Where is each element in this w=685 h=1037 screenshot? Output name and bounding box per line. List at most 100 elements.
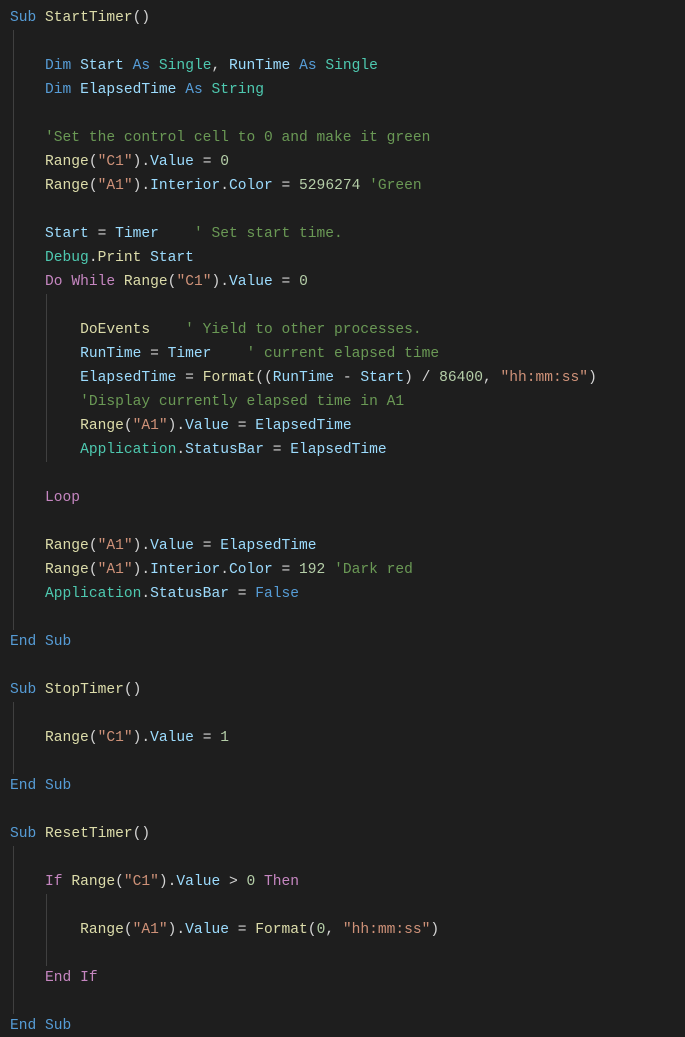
code-line: Sub StartTimer() (10, 10, 150, 26)
token: = (264, 442, 290, 458)
token: ). (159, 874, 177, 890)
token: Sub (45, 634, 71, 650)
token: ' current elapsed time (246, 346, 439, 362)
token: String (211, 82, 264, 98)
token: Color (229, 562, 273, 578)
token: ). (133, 730, 151, 746)
token: Range (45, 154, 89, 170)
token (36, 682, 45, 698)
token: = (141, 346, 167, 362)
code-line: Range("C1").Value = 0 (10, 154, 229, 170)
token: Timer (168, 346, 212, 362)
token: = (229, 922, 255, 938)
token: = (273, 178, 299, 194)
token (36, 1018, 45, 1034)
code-content: Sub StartTimer() Dim Start As Single, Ru… (10, 10, 597, 1034)
token (71, 82, 80, 98)
token (36, 778, 45, 794)
token: Range (124, 274, 168, 290)
token (150, 58, 159, 74)
code-line: ElapsedTime = Format((RunTime - Start) /… (10, 370, 597, 386)
code-line: End Sub (10, 634, 71, 650)
token: Range (45, 730, 89, 746)
token: = (229, 418, 255, 434)
code-line: Do While Range("C1").Value = 0 (10, 274, 308, 290)
token (10, 922, 80, 938)
token: Timer (115, 226, 159, 242)
token (290, 58, 299, 74)
token: As (133, 58, 151, 74)
token: 86400 (439, 370, 483, 386)
token: ( (89, 178, 98, 194)
token (36, 634, 45, 650)
token: = (273, 274, 299, 290)
token (10, 178, 45, 194)
code-line: End If (10, 970, 98, 986)
token: "A1" (133, 418, 168, 434)
token: Sub (10, 826, 36, 842)
token: () (133, 826, 151, 842)
token: () (133, 10, 151, 26)
token: Range (80, 922, 124, 938)
token (10, 250, 45, 266)
token: ) (588, 370, 597, 386)
token: = (273, 562, 299, 578)
token: Start (45, 226, 89, 242)
token (10, 874, 45, 890)
token: "A1" (98, 562, 133, 578)
token: ( (89, 730, 98, 746)
token: End (10, 778, 36, 794)
token: Value (150, 538, 194, 554)
token: 'Green (369, 178, 422, 194)
token: Debug (45, 250, 89, 266)
token: 0 (317, 922, 326, 938)
token: ElapsedTime (255, 418, 351, 434)
token: Single (325, 58, 378, 74)
token: Value (229, 274, 273, 290)
token: 'Display currently elapsed time in A1 (80, 394, 404, 410)
token: StatusBar (185, 442, 264, 458)
code-line: Range("A1").Value = ElapsedTime (10, 538, 317, 554)
code-line: Range("A1").Value = Format(0, "hh:mm:ss"… (10, 922, 439, 938)
token: "hh:mm:ss" (343, 922, 431, 938)
token: ( (124, 922, 133, 938)
token (141, 250, 150, 266)
code-line: Range("A1").Value = ElapsedTime (10, 418, 352, 434)
token (150, 322, 185, 338)
token: RunTime (273, 370, 334, 386)
code-line: Range("A1").Interior.Color = 5296274 'Gr… (10, 178, 422, 194)
token: ). (211, 274, 229, 290)
token: = (89, 226, 115, 242)
token: StatusBar (150, 586, 229, 602)
token: ( (115, 874, 124, 890)
token: ) (430, 922, 439, 938)
token: As (185, 82, 203, 98)
token: ElapsedTime (290, 442, 386, 458)
token (211, 346, 246, 362)
token: ( (89, 154, 98, 170)
token (10, 322, 80, 338)
token: 'Set the control cell to 0 and make it g… (45, 130, 430, 146)
token: End (10, 634, 36, 650)
token: ElapsedTime (80, 82, 176, 98)
token: ). (168, 418, 186, 434)
token: ElapsedTime (80, 370, 176, 386)
token: Then (264, 874, 299, 890)
token: End (10, 1018, 36, 1034)
token: "A1" (98, 178, 133, 194)
token (36, 10, 45, 26)
token (10, 82, 45, 98)
code-line: Sub StopTimer() (10, 682, 141, 698)
code-line: Range("A1").Interior.Color = 192 'Dark r… (10, 562, 413, 578)
token: 192 (299, 562, 325, 578)
code-line: Loop (10, 490, 80, 506)
token: = (194, 154, 220, 170)
token (10, 970, 45, 986)
token (10, 490, 45, 506)
token (10, 442, 80, 458)
token: ' Yield to other processes. (185, 322, 421, 338)
token: Range (80, 418, 124, 434)
token: 'Dark red (334, 562, 413, 578)
token: ( (89, 562, 98, 578)
token: ). (168, 922, 186, 938)
